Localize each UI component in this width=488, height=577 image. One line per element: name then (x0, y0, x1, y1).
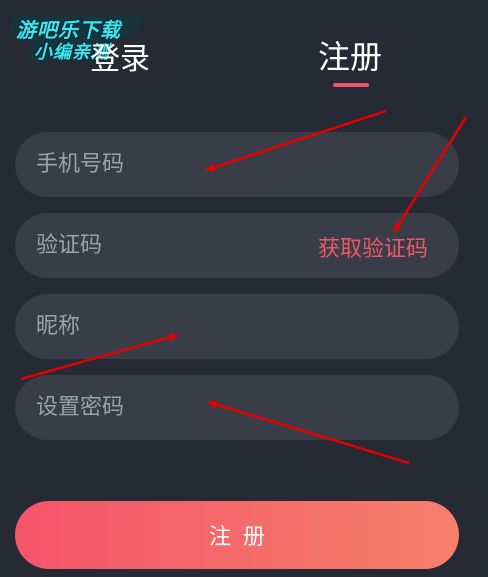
nickname-input[interactable] (34, 313, 459, 340)
verification-code-input[interactable] (34, 232, 288, 259)
verification-code-field[interactable]: 获取验证码 (15, 213, 459, 278)
phone-input[interactable] (34, 151, 459, 178)
tab-register[interactable]: 注册 (318, 32, 382, 78)
password-field[interactable] (15, 375, 459, 440)
get-code-button[interactable]: 获取验证码 (318, 231, 428, 263)
active-tab-indicator (333, 83, 369, 87)
annotation-arrows (20, 109, 468, 465)
register-submit-button[interactable]: 注册 (15, 501, 459, 569)
nickname-field[interactable] (15, 294, 459, 359)
phone-field[interactable] (15, 132, 459, 197)
password-input[interactable] (34, 394, 459, 421)
tab-login[interactable]: 登录 (90, 34, 150, 78)
